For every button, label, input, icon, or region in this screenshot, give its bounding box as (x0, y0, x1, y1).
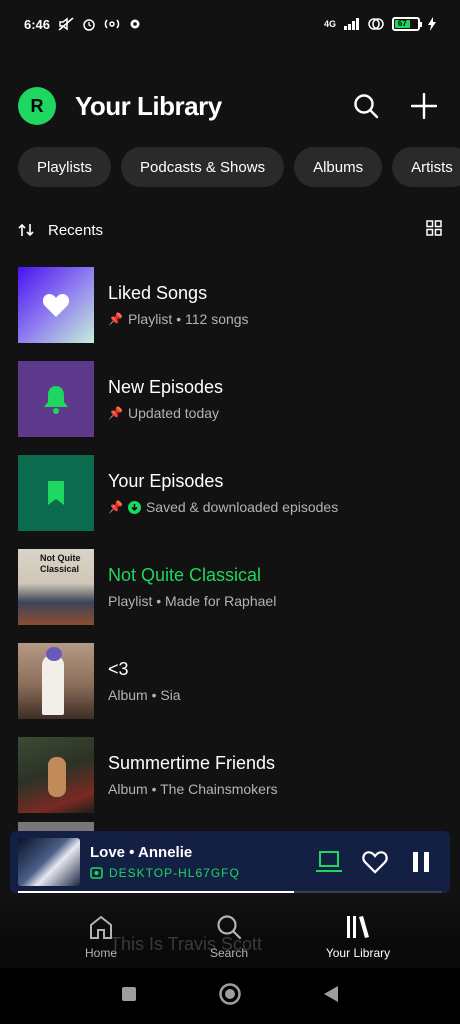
list-item-sia-album[interactable]: <3 Album • Sia (18, 634, 442, 728)
device-name: DESKTOP-HL67GFQ (109, 866, 240, 880)
item-subtitle: Album • Sia (108, 687, 181, 703)
status-left: 6:46 (24, 17, 142, 32)
list-item-not-quite-classical[interactable]: Not Quite Classical Not Quite Classical … (18, 540, 442, 634)
search-icon (217, 915, 242, 940)
battery-icon: 67 (392, 17, 422, 31)
filter-chip-albums[interactable]: Albums (294, 147, 383, 187)
album-figure-hair (46, 647, 62, 661)
item-subtitle: Playlist • Made for Raphael (108, 593, 277, 609)
now-playing-bar[interactable]: Love • Annelie DESKTOP-HL67GFQ (10, 831, 450, 893)
pin-icon: 📌 (108, 406, 123, 420)
nav-label-library: Your Library (325, 946, 391, 960)
item-title: <3 (108, 659, 129, 679)
square-icon (122, 986, 136, 1001)
circle-icon (219, 982, 241, 1005)
playback-progress-fill (18, 891, 294, 893)
filter-chips: Playlists Podcasts & Shows Albums Artist… (18, 147, 460, 189)
nfc-icon (104, 19, 120, 29)
home-icon (90, 915, 112, 939)
bell-icon (44, 386, 68, 414)
filter-chip-playlists[interactable]: Playlists (18, 147, 112, 187)
album-figure (42, 655, 64, 715)
nav-label-home: Home (84, 946, 117, 960)
network-label: 4G (323, 19, 336, 29)
library-list: Liked Songs 📌 Playlist • 112 songs New E… (18, 258, 442, 822)
list-item-new-episodes[interactable]: New Episodes 📌 Updated today (18, 352, 442, 446)
sort-label: Recents (48, 221, 104, 239)
signal-icon (344, 18, 359, 30)
list-item-liked-songs[interactable]: Liked Songs 📌 Playlist • 112 songs (18, 258, 442, 352)
sort-row: Recents (18, 216, 442, 244)
liked-songs-cover (18, 267, 94, 343)
pause-icon (413, 852, 429, 872)
create-button[interactable] (406, 88, 442, 124)
pin-icon: 📌 (108, 312, 123, 326)
like-button[interactable] (354, 841, 396, 883)
bookmark-icon (48, 481, 64, 505)
list-item-your-episodes[interactable]: Your Episodes 📌 Saved & downloaded episo… (18, 446, 442, 540)
devices-button[interactable] (308, 841, 350, 883)
item-subtitle: Playlist • 112 songs (127, 311, 249, 327)
pause-button[interactable] (400, 841, 442, 883)
system-nav-bar (0, 968, 460, 1024)
new-episodes-cover (18, 361, 94, 437)
sort-button[interactable]: Recents (18, 222, 103, 239)
hotspot-icon (368, 18, 384, 30)
cover-text: Not Quite Classical (40, 553, 81, 574)
alarm-icon (83, 19, 95, 31)
item-title: Summertime Friends (108, 753, 276, 773)
page-title: Your Library (75, 90, 222, 121)
item-subtitle: Saved & downloaded episodes (145, 499, 339, 515)
heart-outline-icon (362, 851, 388, 874)
back-button[interactable] (322, 984, 340, 1009)
now-playing-title: Love • Annelie (90, 844, 193, 861)
library-icon (347, 916, 369, 938)
connected-device-icon (90, 867, 103, 879)
summertime-friends-cover (18, 737, 94, 813)
album-figure (48, 757, 66, 797)
nav-tab-home[interactable]: Home (56, 914, 146, 960)
search-icon (354, 94, 379, 119)
settings-gear-icon (130, 19, 140, 29)
search-library-button[interactable] (348, 88, 384, 124)
filter-chip-artists[interactable]: Artists (392, 147, 460, 187)
plus-icon (411, 93, 437, 119)
filter-chip-podcasts[interactable]: Podcasts & Shows (121, 147, 285, 187)
heart-icon (42, 294, 70, 317)
status-bar: 6:46 4G 67 (0, 0, 460, 48)
item-subtitle: Updated today (127, 405, 220, 421)
nav-tab-search[interactable]: Search (184, 914, 274, 960)
downloaded-icon (127, 500, 141, 514)
pin-icon: 📌 (108, 500, 123, 514)
battery-level: 67 (395, 20, 410, 28)
home-system-button[interactable] (218, 982, 242, 1011)
status-time: 6:46 (24, 16, 51, 32)
nav-label-search: Search (209, 946, 249, 960)
recent-apps-button[interactable] (120, 985, 138, 1008)
nav-tab-library[interactable]: Your Library (313, 914, 403, 960)
back-triangle-icon (324, 985, 338, 1002)
item-title: Liked Songs (108, 283, 208, 303)
item-subtitle: Album • The Chainsmokers (108, 781, 278, 797)
library-header: R Your Library (18, 84, 442, 128)
laptop-icon (316, 851, 342, 872)
profile-avatar[interactable]: R (18, 87, 56, 125)
list-item-summertime-friends[interactable]: Summertime Friends Album • The Chainsmok… (18, 728, 442, 822)
charging-icon (428, 17, 436, 31)
your-episodes-cover (18, 455, 94, 531)
not-quite-classical-cover: Not Quite Classical (18, 549, 94, 625)
mute-icon (58, 17, 74, 31)
playback-progress[interactable] (18, 891, 442, 893)
item-title: Your Episodes (108, 471, 224, 491)
status-right: 4G 67 (324, 17, 436, 31)
now-playing-art (18, 838, 80, 886)
sia-album-cover (18, 643, 94, 719)
grid-icon (426, 219, 442, 236)
item-title: Not Quite Classical (108, 565, 262, 585)
sort-arrows-icon (18, 223, 34, 237)
item-title: New Episodes (108, 377, 224, 397)
grid-view-button[interactable] (426, 219, 442, 241)
